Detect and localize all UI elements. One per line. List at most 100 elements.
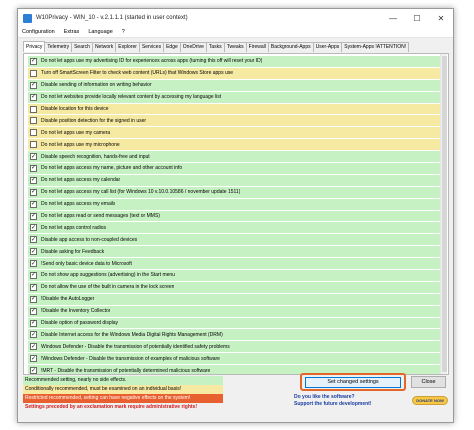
checkbox-checked[interactable]: ✓ <box>30 224 37 232</box>
setting-row[interactable]: ✓ Disable Internet access for the Windows… <box>28 329 440 342</box>
setting-row[interactable]: ✓ Do not let apps use my advertising ID f… <box>28 56 440 68</box>
checkbox-checked[interactable]: ✓ <box>30 176 37 184</box>
setting-row[interactable]: ✓ Disable asking for Feedback <box>28 246 440 259</box>
checkbox-unchecked[interactable] <box>30 105 37 113</box>
checkbox-checked[interactable]: ✓ <box>30 236 37 244</box>
checkbox-checked[interactable]: ✓ <box>30 307 37 315</box>
setting-row[interactable]: ✓ !Windows Defender - Disable the transmi… <box>28 353 440 366</box>
setting-label: Disable sending of information on writin… <box>41 82 152 89</box>
set-changed-settings-highlight: Set changed settings <box>300 373 406 391</box>
checkbox-checked[interactable]: ✓ <box>30 271 37 279</box>
setting-label: !MRT - Disable the transmission of poten… <box>41 367 211 374</box>
tab-search[interactable]: Search <box>71 42 93 52</box>
menu-help[interactable]: ? <box>122 29 125 35</box>
checkbox-checked[interactable]: ✓ <box>30 331 37 339</box>
checkbox-checked[interactable]: ✓ <box>30 93 37 101</box>
setting-label: Disable speech recognition, hands-free a… <box>41 153 150 160</box>
scrollbar-thumb[interactable] <box>442 56 447 372</box>
tab-firewall[interactable]: Firewall <box>245 42 269 52</box>
setting-row[interactable]: ✓ Disable app access to non-coupled devic… <box>28 234 440 247</box>
tab-services[interactable]: Services <box>138 42 165 52</box>
menu-language[interactable]: Language <box>88 29 112 35</box>
close-window-button[interactable]: ✕ <box>429 9 453 27</box>
maximize-button[interactable]: ☐ <box>405 9 429 27</box>
checkbox-checked[interactable]: ✓ <box>30 57 37 65</box>
setting-row[interactable]: Do not let apps use my microphone <box>28 139 440 152</box>
setting-row[interactable]: ✓ Do not let apps access my calendar <box>28 174 440 187</box>
tab-edge[interactable]: Edge <box>163 42 181 52</box>
checkbox-checked[interactable]: ✓ <box>30 343 37 351</box>
setting-label: Windows Defender - Disable the transmiss… <box>41 343 230 350</box>
checkbox-unchecked[interactable] <box>30 141 37 149</box>
setting-label: Turn off SmartScreen Filter to check web… <box>41 70 234 77</box>
checkbox-checked[interactable]: ✓ <box>30 81 37 89</box>
setting-label: Do not let apps access my call list (for… <box>41 189 241 196</box>
checkbox-checked[interactable]: ✓ <box>30 355 37 363</box>
setting-row[interactable]: Do not let apps use my camera <box>28 127 440 140</box>
color-legend: Recommended setting, nearly no side effe… <box>23 376 223 412</box>
setting-row[interactable]: ✓ Windows Defender - Disable the transmis… <box>28 341 440 354</box>
tab-privacy[interactable]: Privacy <box>23 41 46 52</box>
close-button[interactable]: Close <box>411 376 446 388</box>
checkbox-checked[interactable]: ✓ <box>30 319 37 327</box>
setting-row[interactable]: ✓ Do not allow the use of the built in ca… <box>28 281 440 294</box>
donate-button[interactable]: DONATE NOW <box>412 396 448 405</box>
checkbox-checked[interactable]: ✓ <box>30 188 37 196</box>
checkbox-unchecked[interactable] <box>30 129 37 137</box>
close-icon: ✕ <box>437 13 445 23</box>
tab-system-apps-attention[interactable]: System-Apps !ATTENTION! <box>341 42 410 52</box>
setting-row[interactable]: ✓ !Send only basic device data to Microso… <box>28 258 440 271</box>
checkbox-checked[interactable]: ✓ <box>30 367 37 374</box>
setting-row[interactable]: Disable position detection for the signe… <box>28 115 440 128</box>
setting-label: Do not let apps access my emails <box>41 201 116 208</box>
minimize-icon: — <box>389 13 397 23</box>
tab-tweaks[interactable]: Tweaks <box>223 42 247 52</box>
menu-extras[interactable]: Extras <box>64 29 80 35</box>
checkbox-checked[interactable]: ✓ <box>30 283 37 291</box>
tab-tasks[interactable]: Tasks <box>205 42 225 52</box>
setting-label: Do not allow the use of the built in cam… <box>41 284 175 291</box>
setting-label: Do not let apps control radios <box>41 224 107 231</box>
minimize-button[interactable]: — <box>381 9 405 27</box>
setting-label: !Disable the Inventory Collector <box>41 308 111 315</box>
setting-row[interactable]: ✓ Do not let apps control radios <box>28 222 440 235</box>
setting-row[interactable]: ✓ Disable speech recognition, hands-free … <box>28 151 440 164</box>
checkbox-checked[interactable]: ✓ <box>30 248 37 256</box>
checkbox-checked[interactable]: ✓ <box>30 200 37 208</box>
checkbox-checked[interactable]: ✓ <box>30 295 37 303</box>
setting-label: Do not let apps access my calendar <box>41 177 121 184</box>
tab-network[interactable]: Network <box>91 42 117 52</box>
setting-row[interactable]: ✓ !Disable the Inventory Collector <box>28 305 440 318</box>
setting-row[interactable]: ✓ Do not let apps access my emails <box>28 198 440 211</box>
setting-row[interactable]: Turn off SmartScreen Filter to check web… <box>28 67 440 80</box>
checkbox-checked[interactable]: ✓ <box>30 153 37 161</box>
menu-configuration[interactable]: Configuration <box>22 29 55 35</box>
window-title: W10Privacy - WIN_10 - v.2.1.1.1 (started… <box>36 15 188 21</box>
tab-bar: Privacy Telemetry Search Network Explorer Ser… <box>18 41 453 52</box>
setting-row[interactable]: Disable location for this device <box>28 103 440 116</box>
setting-row[interactable]: ✓ Do not let apps read or send messages (… <box>28 210 440 223</box>
setting-label: Do not let apps read or send messages (t… <box>41 213 160 220</box>
setting-row[interactable]: ✓ Disable sending of information on writi… <box>28 79 440 92</box>
setting-row[interactable]: ✓ Do not let apps access my name, picture… <box>28 163 440 175</box>
checkbox-checked[interactable]: ✓ <box>30 212 37 220</box>
checkbox-checked[interactable]: ✓ <box>30 260 37 268</box>
setting-row[interactable]: ✓ Do not let websites provide locally rel… <box>28 91 440 104</box>
setting-row[interactable]: ✓ Do not let apps access my call list (fo… <box>28 186 440 199</box>
checkbox-unchecked[interactable] <box>30 117 37 125</box>
setting-row[interactable]: ✓ !Disable the AutoLogger <box>28 293 440 306</box>
tab-user-apps[interactable]: User-Apps <box>312 42 343 52</box>
tab-telemetry[interactable]: Telemetry <box>44 42 73 52</box>
title-bar[interactable]: W10Privacy - WIN_10 - v.2.1.1.1 (started… <box>18 9 453 27</box>
vertical-scrollbar[interactable] <box>440 54 447 374</box>
setting-label: Do not let apps use my camera <box>41 129 111 136</box>
checkbox-checked[interactable]: ✓ <box>30 164 37 172</box>
checkbox-unchecked[interactable] <box>30 69 37 77</box>
setting-label: Disable location for this device <box>41 106 109 112</box>
tab-explorer[interactable]: Explorer <box>115 42 140 52</box>
set-changed-settings-button[interactable]: Set changed settings <box>305 376 401 388</box>
tab-background-apps[interactable]: Background-Apps <box>267 42 314 52</box>
setting-row[interactable]: ✓ Disable option of password display <box>28 317 440 330</box>
setting-row[interactable]: ✓ Do not show app suggestions (advertisin… <box>28 270 440 282</box>
tab-onedrive[interactable]: OneDrive <box>179 42 207 52</box>
